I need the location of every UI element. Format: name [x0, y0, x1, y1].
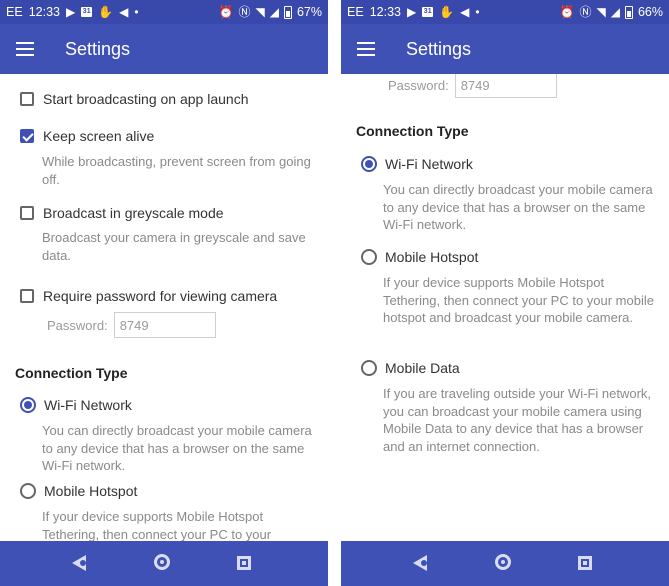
keep-screen-alive-option[interactable]: Keep screen alive	[20, 128, 154, 144]
battery-level: 67%	[296, 5, 322, 19]
mobile-hotspot-label: Mobile Hotspot	[44, 483, 138, 499]
settings-list[interactable]: Password: Connection Type Wi-Fi Network …	[341, 74, 669, 541]
password-label: Password:	[47, 317, 108, 333]
navigation-bar	[0, 541, 328, 586]
home-icon[interactable]	[154, 554, 170, 570]
battery-icon	[283, 5, 292, 19]
play-icon: ▶	[65, 5, 76, 19]
mobile-hotspot-label: Mobile Hotspot	[385, 249, 479, 265]
panel-divider	[328, 0, 341, 586]
battery-level: 66%	[637, 5, 663, 19]
greyscale-option[interactable]: Broadcast in greyscale mode	[20, 205, 224, 221]
signal-icon: ◢	[610, 5, 620, 19]
mobile-hotspot-desc: If your device supports Mobile Hotspot T…	[42, 509, 272, 541]
menu-icon[interactable]	[16, 42, 34, 56]
battery-icon	[624, 5, 633, 19]
wifi-network-label: Wi-Fi Network	[44, 397, 132, 413]
mobile-hotspot-option[interactable]: Mobile Hotspot	[20, 483, 137, 499]
wifi-network-option[interactable]: Wi-Fi Network	[361, 156, 473, 172]
carrier-label: EE	[347, 5, 364, 19]
password-row: Password:	[47, 312, 216, 338]
recent-apps-icon[interactable]	[237, 556, 251, 570]
mobile-hotspot-desc: If your device supports Mobile Hotspot T…	[383, 275, 654, 325]
calendar-icon: 31	[422, 7, 434, 17]
clock: 12:33	[369, 5, 401, 19]
mobile-data-radio[interactable]	[361, 360, 377, 376]
connection-type-heading: Connection Type	[15, 365, 128, 381]
greyscale-label: Broadcast in greyscale mode	[43, 205, 224, 221]
mobile-data-desc: If you are traveling outside your Wi-Fi …	[383, 386, 652, 454]
wifi-network-radio[interactable]	[361, 156, 377, 172]
require-password-option[interactable]: Require password for viewing camera	[20, 288, 277, 304]
wifi-network-option[interactable]: Wi-Fi Network	[20, 397, 132, 413]
mobile-hotspot-radio[interactable]	[20, 483, 36, 499]
status-bar: EE 12:33 ▶ 31 ✋ ◀ • ⏰ Ⓝ ◥ ◢ 67%	[0, 0, 328, 24]
left-screen: EE 12:33 ▶ 31 ✋ ◀ • ⏰ Ⓝ ◥ ◢ 67% Settings…	[0, 0, 328, 586]
mobile-hotspot-option[interactable]: Mobile Hotspot	[361, 249, 478, 265]
keep-screen-alive-checkbox[interactable]	[20, 129, 34, 143]
hand-icon: ✋	[439, 5, 455, 19]
send-icon: ◀	[460, 5, 470, 19]
play-icon: ▶	[406, 5, 417, 19]
require-password-label: Require password for viewing camera	[43, 288, 278, 304]
wifi-network-label: Wi-Fi Network	[385, 156, 473, 172]
carrier-label: EE	[6, 5, 23, 19]
clock: 12:33	[28, 5, 60, 19]
keep-screen-alive-label: Keep screen alive	[43, 128, 155, 144]
send-icon: ◀	[119, 5, 129, 19]
start-broadcasting-label: Start broadcasting on app launch	[43, 91, 249, 107]
password-label: Password:	[388, 77, 449, 93]
password-row: Password:	[388, 74, 557, 98]
page-title: Settings	[65, 39, 131, 59]
page-title: Settings	[406, 39, 472, 59]
dot-icon: •	[134, 5, 139, 19]
greyscale-desc: Broadcast your camera in greyscale and s…	[42, 230, 306, 263]
back-icon[interactable]	[72, 555, 86, 571]
wifi-network-desc: You can directly broadcast your mobile c…	[383, 182, 653, 232]
greyscale-checkbox[interactable]	[20, 206, 34, 220]
signal-icon: ◢	[269, 5, 279, 19]
wifi-icon: ◥	[255, 5, 265, 19]
wifi-network-desc: You can directly broadcast your mobile c…	[42, 423, 312, 473]
alarm-icon: ⏰	[218, 5, 234, 19]
back-icon[interactable]	[413, 555, 427, 571]
app-bar: Settings	[341, 24, 669, 74]
calendar-icon: 31	[81, 7, 93, 17]
status-bar: EE 12:33 ▶ 31 ✋ ◀ • ⏰ Ⓝ ◥ ◢ 66%	[341, 0, 669, 24]
mobile-hotspot-radio[interactable]	[361, 249, 377, 265]
wifi-icon: ◥	[596, 5, 606, 19]
dot-icon: •	[475, 5, 480, 19]
app-bar: Settings	[0, 24, 328, 74]
start-broadcasting-option[interactable]: Start broadcasting on app launch	[20, 91, 248, 107]
connection-type-heading: Connection Type	[356, 123, 469, 139]
hand-icon: ✋	[98, 5, 114, 19]
mobile-data-option[interactable]: Mobile Data	[361, 360, 460, 376]
menu-icon[interactable]	[357, 42, 375, 56]
start-broadcasting-checkbox[interactable]	[20, 92, 34, 106]
alarm-icon: ⏰	[559, 5, 575, 19]
nfc-icon: Ⓝ	[579, 5, 592, 19]
recent-apps-icon[interactable]	[578, 556, 592, 570]
wifi-network-radio[interactable]	[20, 397, 36, 413]
password-input[interactable]	[454, 74, 557, 98]
settings-list[interactable]: Start broadcasting on app launch Keep sc…	[0, 74, 328, 541]
password-input[interactable]	[113, 312, 216, 338]
keep-screen-alive-desc: While broadcasting, prevent screen from …	[42, 154, 311, 187]
nfc-icon: Ⓝ	[238, 5, 251, 19]
navigation-bar	[341, 541, 669, 586]
right-screen: EE 12:33 ▶ 31 ✋ ◀ • ⏰ Ⓝ ◥ ◢ 66% Settings…	[341, 0, 669, 586]
mobile-data-label: Mobile Data	[385, 360, 460, 376]
require-password-checkbox[interactable]	[20, 289, 34, 303]
home-icon[interactable]	[495, 554, 511, 570]
